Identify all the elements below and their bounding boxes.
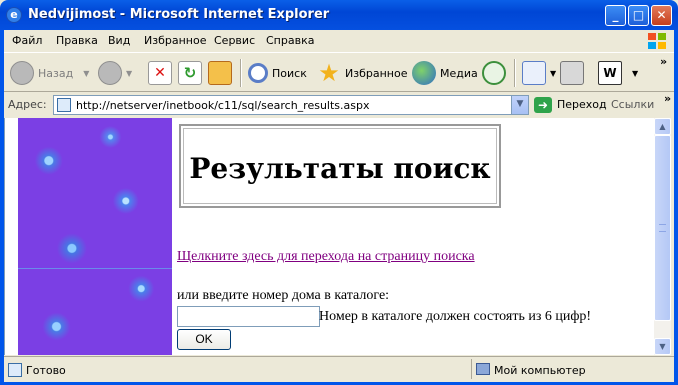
page-title: Результаты поиск [189,152,491,185]
address-label: Адрес: [8,98,47,111]
catalog-number-input[interactable] [177,306,320,327]
stop-icon: ✕ [148,61,172,85]
home-icon [208,61,232,85]
forward-dropdown-icon[interactable]: ▼ [126,69,132,78]
go-button[interactable]: Переход [557,98,607,111]
word-edit-icon: W [598,61,622,85]
back-button[interactable]: Назад ▼ [10,59,89,87]
address-input[interactable]: http://netserver/inetbook/c11/sql/search… [53,95,529,115]
vertical-scrollbar[interactable]: ▲ ▼ [654,118,671,355]
favorites-button[interactable]: ★ Избранное [317,59,407,87]
search-icon [248,63,268,83]
status-text: Готово [26,364,66,377]
mail-icon [522,61,546,85]
mail-button[interactable]: ▼ [522,59,556,87]
address-url: http://netserver/inetbook/c11/sql/search… [76,99,370,112]
menu-edit[interactable]: Правка [56,34,98,47]
menu-favorites[interactable]: Избранное [144,34,206,47]
title-bar: e Nedvijimost - Microsoft Internet Explo… [0,0,678,30]
forward-arrow-icon [98,61,122,85]
window-title: Nedvijimost - Microsoft Internet Explore… [28,7,330,22]
history-icon [482,61,506,85]
media-icon [412,61,436,85]
links-chevron-icon[interactable]: » [664,92,671,105]
catalog-number-hint: или введите номер дома в каталоге: [177,288,390,303]
catalog-number-note: Номер в каталоге должен состоять из 6 ци… [319,309,592,324]
toolbar-separator [514,59,516,87]
close-button[interactable]: ✕ [651,5,672,26]
edit-button[interactable]: W ▼ [598,59,638,87]
scroll-down-icon[interactable]: ▼ [654,338,671,355]
page-done-icon [8,363,22,377]
window-frame-right [674,30,678,385]
refresh-button[interactable]: ↻ [178,59,206,87]
windows-logo-icon [648,33,666,49]
toolbar-separator [240,59,242,87]
zone-label: Мой компьютер [494,364,586,377]
menu-tools[interactable]: Сервис [214,34,255,47]
maximize-button[interactable]: □ [628,5,649,26]
favorites-star-icon: ★ [318,59,340,87]
results-heading-box: Результаты поиск [179,124,501,208]
menu-help[interactable]: Справка [266,34,314,47]
address-dropdown-icon[interactable]: ▼ [511,96,528,114]
history-button[interactable] [482,59,510,87]
links-label[interactable]: Ссылки [611,98,654,111]
page-content: Результаты поиск Щелкните здесь для пере… [4,118,654,355]
back-dropdown-icon[interactable]: ▼ [83,69,89,78]
print-button[interactable] [560,59,588,87]
scroll-up-icon[interactable]: ▲ [654,118,671,135]
ok-button[interactable]: OK [177,329,231,350]
toolbar-chevron-icon[interactable]: » [660,55,667,68]
decorative-texture-image [18,118,172,355]
search-page-link[interactable]: Щелкните здесь для перехода на страницу … [177,249,475,265]
page-icon [57,98,71,112]
menu-view[interactable]: Вид [108,34,130,47]
scroll-thumb[interactable] [654,135,671,321]
my-computer-icon [476,363,490,375]
address-bar: Адрес: http://netserver/inetbook/c11/sql… [4,92,674,118]
printer-icon [560,61,584,85]
ie-icon: e [6,7,22,23]
go-arrow-icon[interactable]: ➜ [534,97,552,113]
back-arrow-icon [10,61,34,85]
menu-file[interactable]: Файл [12,34,42,47]
edit-dropdown-icon[interactable]: ▼ [632,69,638,78]
forward-button[interactable]: ▼ [98,59,132,87]
menu-bar: Файл Правка Вид Избранное Сервис Справка [4,30,674,52]
standard-toolbar: Назад ▼ ▼ ✕ ↻ Поиск ★ Избранное Медиа ▼ … [4,52,674,92]
search-button[interactable]: Поиск [248,59,307,87]
media-button[interactable]: Медиа [412,59,478,87]
refresh-icon: ↻ [178,61,202,85]
home-button[interactable] [208,59,236,87]
stop-button[interactable]: ✕ [148,59,176,87]
status-bar: Готово Мой компьютер [4,356,674,382]
mail-dropdown-icon[interactable]: ▼ [550,69,556,78]
security-zone: Мой компьютер [471,359,672,379]
minimize-button[interactable]: _ [605,5,626,26]
